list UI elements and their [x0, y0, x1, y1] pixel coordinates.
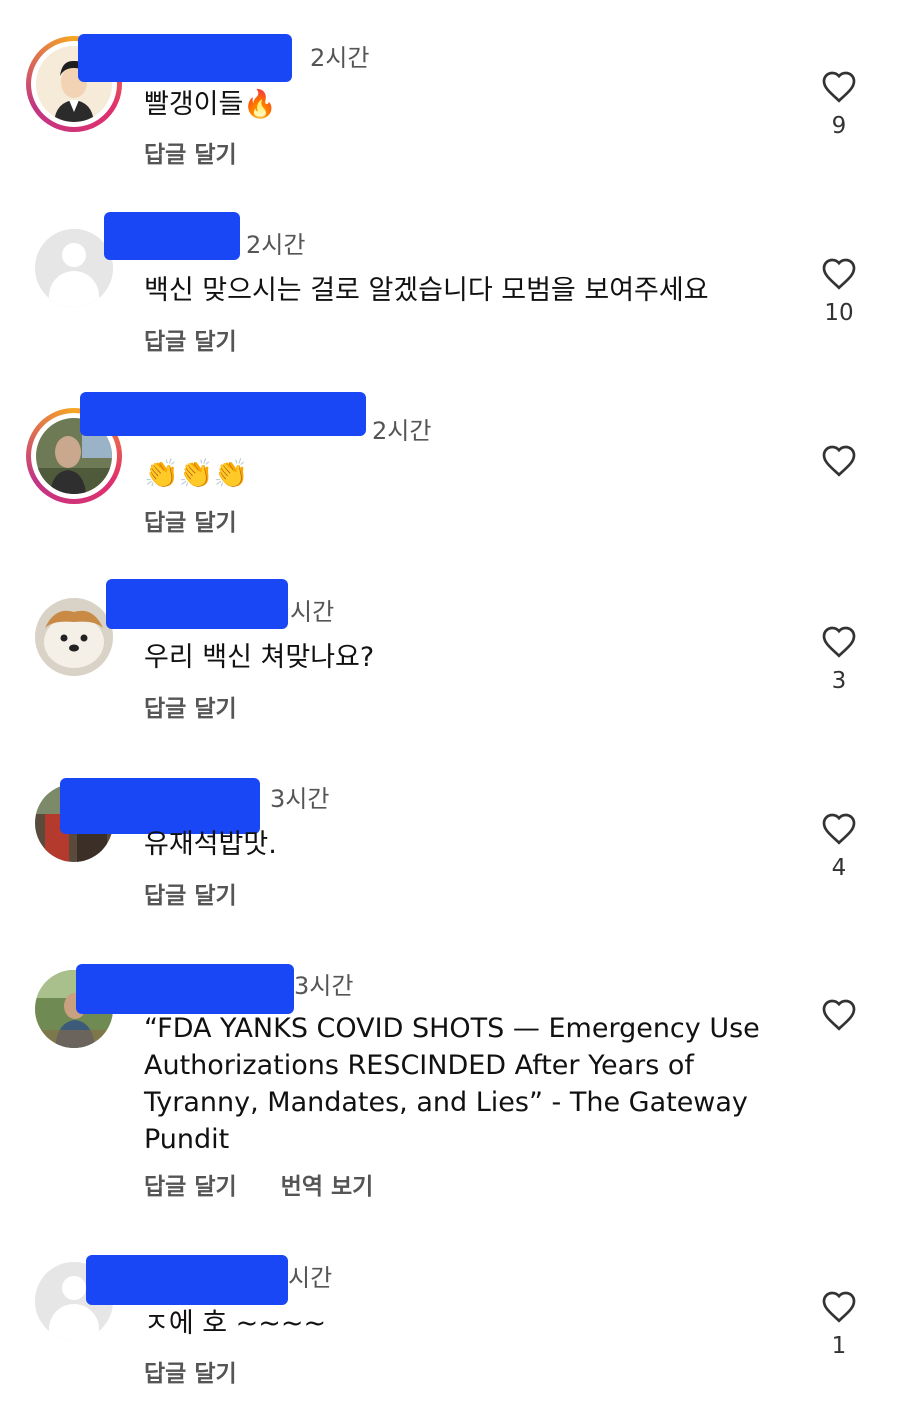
redacted-username	[106, 579, 288, 629]
like-control: 10	[818, 257, 860, 326]
like-count: 10	[824, 300, 854, 326]
comment-time: 2시간	[372, 417, 432, 445]
like-control: 9	[818, 70, 860, 139]
heart-icon[interactable]	[821, 70, 857, 103]
avatar[interactable]	[35, 229, 113, 307]
reply-button[interactable]: 답글 달기	[144, 1174, 237, 1200]
reply-button[interactable]: 답글 달기	[144, 883, 237, 909]
like-count: 1	[831, 1333, 847, 1359]
like-count: 4	[831, 855, 847, 881]
comment-actions: 답글 달기	[144, 322, 273, 356]
comment-text: 👏👏👏	[144, 457, 249, 490]
redacted-username	[80, 392, 366, 436]
like-count: 3	[831, 668, 847, 694]
comment-text: 우리 백신 쳐맞나요?	[144, 642, 375, 673]
heart-icon[interactable]	[821, 444, 857, 477]
comment-actions: 답글 달기	[144, 689, 273, 723]
heart-icon[interactable]	[821, 998, 857, 1031]
comment-time: 3시간	[270, 785, 330, 813]
comment-text: “FDA YANKS COVID SHOTS — Emergency Use A…	[144, 1013, 760, 1155]
comment-actions: 답글 달기	[144, 876, 273, 910]
heart-icon[interactable]	[821, 257, 857, 290]
redacted-username	[104, 212, 240, 260]
like-control	[818, 444, 860, 477]
comment-actions: 답글 달기 번역 보기	[144, 1167, 409, 1201]
reply-button[interactable]: 답글 달기	[144, 696, 237, 722]
comment-text: 유재석밥맛.	[144, 829, 277, 860]
comment-time: 2시간	[310, 44, 370, 72]
reply-button[interactable]: 답글 달기	[144, 142, 237, 168]
like-count: 9	[831, 113, 847, 139]
redacted-username	[76, 964, 294, 1014]
reply-button[interactable]: 답글 달기	[144, 1361, 237, 1387]
comment-actions: 답글 달기	[144, 135, 273, 169]
reply-button[interactable]: 답글 달기	[144, 510, 237, 536]
comment-actions: 답글 달기	[144, 1354, 273, 1388]
like-control: 4	[818, 812, 860, 881]
comment-time: 시간	[290, 598, 335, 626]
comment-text: 빨갱이들🔥	[144, 89, 277, 120]
heart-icon[interactable]	[821, 812, 857, 845]
comment-time: 2시간	[246, 231, 306, 259]
comment-time: 3시간	[294, 972, 354, 1000]
like-control: 3	[818, 625, 860, 694]
heart-icon[interactable]	[821, 625, 857, 658]
comment-time: 시간	[288, 1264, 333, 1292]
heart-icon[interactable]	[821, 1290, 857, 1323]
redacted-username	[78, 34, 292, 82]
avatar[interactable]	[35, 598, 113, 676]
like-control	[818, 998, 860, 1031]
reply-button[interactable]: 답글 달기	[144, 329, 237, 355]
like-control: 1	[818, 1290, 860, 1359]
comment-text: 백신 맞으시는 걸로 알겠습니다 모범을 보여주세요	[144, 275, 709, 306]
comment-actions: 답글 달기	[144, 503, 273, 537]
comment-text: ㅈ에 호 ~~~~	[144, 1308, 327, 1339]
redacted-username	[86, 1255, 288, 1305]
translate-button[interactable]: 번역 보기	[281, 1174, 374, 1200]
